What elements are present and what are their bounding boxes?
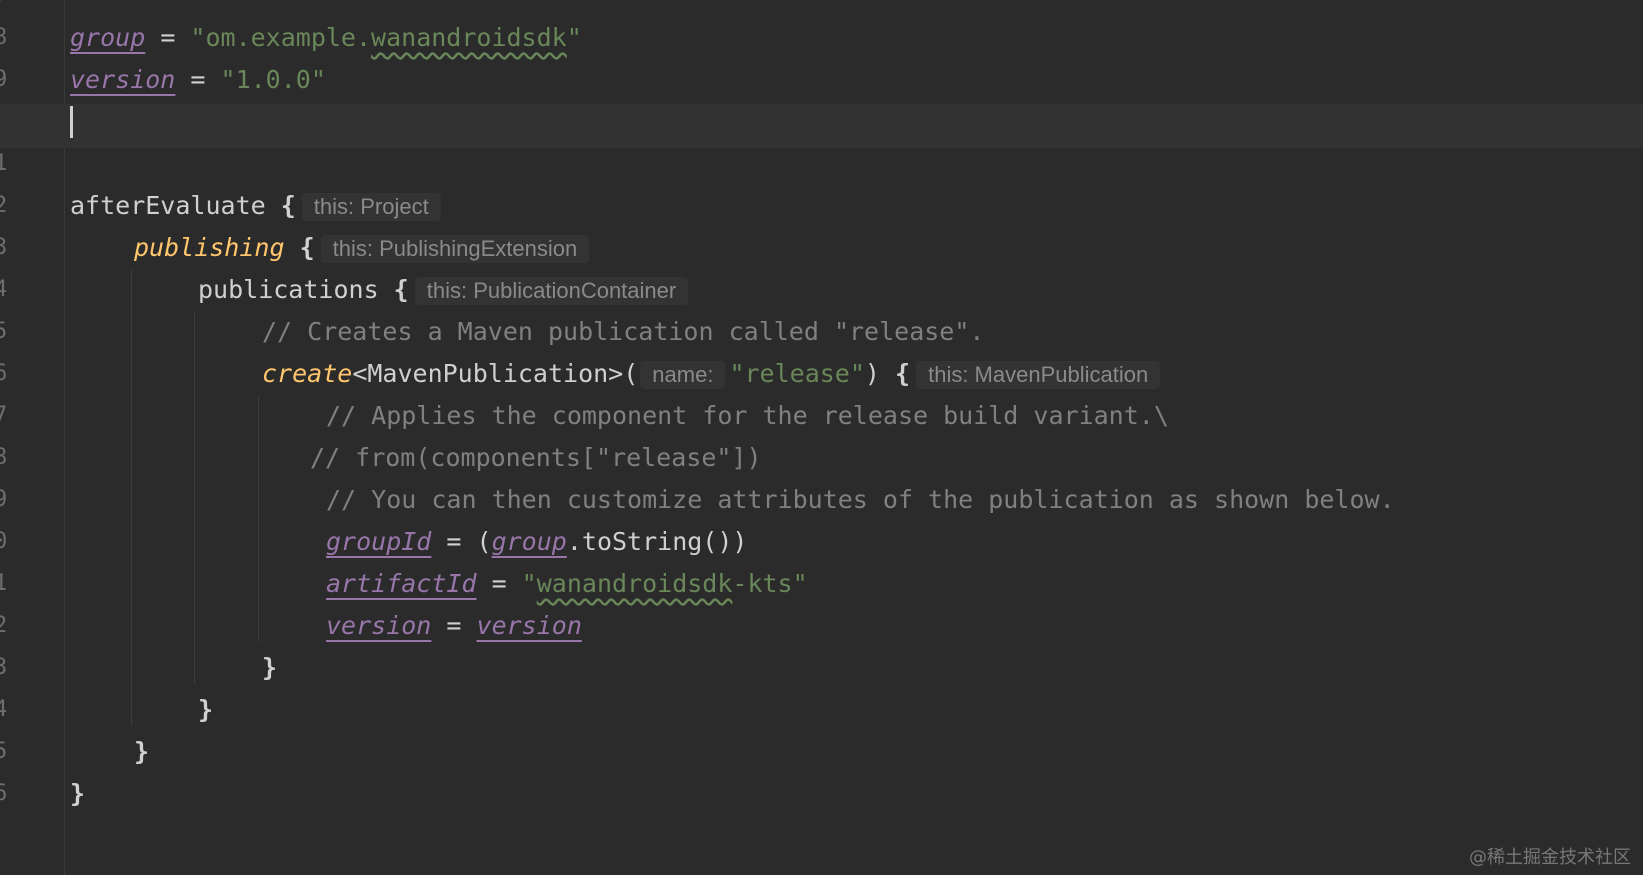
code-line[interactable]: } [0,730,1643,774]
code-line[interactable]: publications {this: PublicationContainer [0,268,1643,312]
brace: { [378,275,409,304]
closing-brace: } [70,779,86,808]
code-line[interactable]: // You can then customize attributes of … [0,478,1643,522]
code-text: publishing {this: PublishingExtension [134,226,590,270]
current-line[interactable] [0,104,1643,148]
inlay-type-hint: this: MavenPublication [916,361,1161,389]
property-version: version [476,611,582,640]
generic-type: <MavenPublication>( [352,359,639,388]
method-call: .toString()) [566,527,748,556]
code-comment: // You can then customize attributes of … [326,485,1395,514]
string-literal: "om.example. [190,23,372,52]
code-line[interactable]: artifactId = "wanandroidsdk-kts" [0,562,1643,606]
code-line[interactable]: } [0,772,1643,816]
inlay-type-hint: this: Project [301,193,441,221]
string-literal: " [521,569,537,598]
inlay-type-hint: this: PublishingExtension [320,235,590,263]
function-name: create [262,359,353,388]
code-line[interactable]: // from(components["release"]) [0,436,1643,480]
operator: = ( [431,527,492,556]
code-text: version = version [326,604,582,648]
watermark: @稀土掘金技术社区 [1469,847,1631,868]
code-text: version = "1.0.0" [70,58,326,102]
string-literal: " [566,23,582,52]
code-comment: // from(components["release"]) [310,443,762,472]
operator: = [476,569,522,598]
typo-highlight: wanandroidsdk [371,23,567,52]
brace: { [895,359,911,388]
code-line[interactable]: // Applies the component for the release… [0,394,1643,438]
code-line[interactable]: create<MavenPublication>(name: "release")… [0,352,1643,396]
typo-highlight: wanandroidsdk [536,569,733,598]
paren: ) [864,359,896,388]
property-artifactId: artifactId [326,569,477,598]
code-text: artifactId = "wanandroidsdk-kts" [326,562,808,606]
code-comment: // Applies the component for the release… [326,401,1169,430]
brace: { [284,233,315,262]
property-groupId: groupId [326,527,432,556]
code-text: group = "om.example.wanandroidsdk" [70,16,582,60]
operator: = [431,611,477,640]
property-group: group [70,23,146,52]
brace: { [265,191,296,220]
code-line[interactable]: } [0,688,1643,732]
code-line[interactable]: afterEvaluate {this: Project [0,184,1643,228]
string-literal: -kts" [732,569,808,598]
function-name: publications [198,275,379,304]
operator: = [175,65,221,94]
code-comment: // Creates a Maven publication called "r… [262,317,985,346]
property-version: version [70,65,176,94]
closing-brace: } [198,695,214,724]
string-literal: "release" [729,359,865,388]
property-group: group [491,527,567,556]
code-text: create<MavenPublication>(name: "release")… [262,352,1161,396]
operator: = [145,23,191,52]
code-text: groupId = (group.toString()) [326,520,747,564]
code-line[interactable]: version = version [0,604,1643,648]
code-line[interactable]: publishing {this: PublishingExtension [0,226,1643,270]
code-text: publications {this: PublicationContainer [198,268,689,312]
code-line[interactable]: version = "1.0.0" [0,58,1643,102]
property-version: version [326,611,432,640]
code-line[interactable]: groupId = (group.toString()) [0,520,1643,564]
code-line[interactable]: } [0,646,1643,690]
code-line[interactable]: // Creates a Maven publication called "r… [0,310,1643,354]
code-text: afterEvaluate {this: Project [70,184,441,228]
inlay-type-hint: this: PublicationContainer [414,277,689,305]
closing-brace: } [134,737,150,766]
function-name: publishing [134,233,285,262]
text-caret [70,106,73,138]
function-name: afterEvaluate [70,191,266,220]
code-editor[interactable]: 7 8 9 0 1 2 3 4 5 6 7 8 9 0 1 2 3 4 5 6 … [0,0,1643,875]
closing-brace: } [262,653,278,682]
code-line[interactable]: group = "om.example.wanandroidsdk" [0,16,1643,60]
inlay-parameter-hint: name: [640,361,726,389]
string-literal: "1.0.0" [220,65,326,94]
